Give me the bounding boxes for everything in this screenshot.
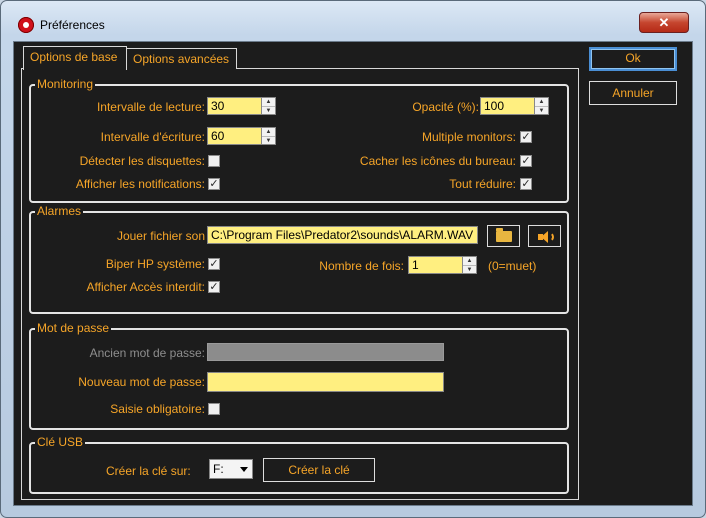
password-required-checkbox[interactable] — [208, 403, 220, 415]
write-interval-input[interactable] — [207, 127, 261, 145]
password-group: Mot de passe Ancien mot de passe: Nouvea… — [29, 321, 569, 430]
create-key-button[interactable]: Créer la clé — [263, 458, 375, 482]
minimize-all-checkbox[interactable]: ✓ — [520, 178, 532, 190]
password-required-label: Saisie obligatoire: — [110, 402, 205, 416]
show-notifications-checkbox[interactable]: ✓ — [208, 178, 220, 190]
drive-select-value: F: — [213, 462, 224, 476]
show-notifications-label: Afficher les notifications: — [75, 177, 205, 191]
usb-key-legend: Clé USB — [35, 435, 86, 449]
repeat-count-hint: (0=muet) — [488, 259, 537, 273]
write-interval-spin-buttons[interactable]: ▲ ▼ — [261, 127, 276, 145]
multiple-monitors-label: Multiple monitors: — [421, 130, 516, 144]
alarms-group: Alarmes Jouer fichier son Biper HP systè… — [29, 204, 569, 314]
read-interval-spin-buttons[interactable]: ▲ ▼ — [261, 97, 276, 115]
sound-wave-icon — [549, 232, 554, 242]
close-button[interactable]: ✕ — [639, 12, 689, 33]
alarms-legend: Alarmes — [35, 204, 84, 218]
dialog-client: Options de base Options avancées Monitor… — [13, 41, 693, 506]
read-interval-stepper[interactable]: ▲▼ — [207, 97, 276, 115]
multiple-monitors-checkbox[interactable]: ✓ — [520, 131, 532, 143]
write-interval-stepper[interactable]: ▲▼ — [207, 127, 276, 145]
opacity-spin-buttons[interactable]: ▲ ▼ — [534, 97, 549, 115]
hide-desktop-icons-checkbox[interactable]: ✓ — [520, 155, 532, 167]
spin-down-icon[interactable]: ▼ — [535, 106, 548, 115]
window-title: Préférences — [40, 18, 105, 32]
repeat-count-spin-buttons[interactable]: ▲ ▼ — [462, 256, 477, 274]
system-beep-label: Biper HP système: — [105, 257, 205, 271]
browse-sound-button[interactable] — [487, 225, 520, 247]
detect-floppies-label: Détecter les disquettes: — [79, 154, 205, 168]
spin-up-icon[interactable]: ▲ — [262, 98, 275, 106]
title-bar: Préférences ✕ — [1, 1, 705, 41]
sound-file-input[interactable] — [207, 226, 478, 244]
show-access-denied-label: Afficher Accès interdit: — [86, 280, 206, 294]
ok-button[interactable]: Ok — [589, 47, 677, 71]
new-password-label: Nouveau mot de passe: — [78, 375, 205, 389]
preferences-window: Préférences ✕ Options de base Options av… — [0, 0, 706, 518]
cancel-button[interactable]: Annuler — [589, 81, 677, 105]
create-key-on-label: Créer la clé sur: — [106, 464, 191, 478]
spin-up-icon[interactable]: ▲ — [262, 128, 275, 136]
tab-advanced-options[interactable]: Options avancées — [126, 48, 237, 69]
chevron-down-icon — [240, 467, 248, 472]
write-interval-label: Intervalle d'écriture: — [100, 130, 205, 144]
play-sound-button[interactable] — [528, 225, 561, 247]
show-access-denied-checkbox[interactable]: ✓ — [208, 281, 220, 293]
usb-key-group: Clé USB Créer la clé sur: F: Créer la cl… — [29, 435, 569, 494]
drive-select[interactable]: F: — [209, 459, 253, 479]
opacity-label: Opacité (%): — [412, 100, 479, 114]
password-legend: Mot de passe — [35, 321, 112, 335]
tab-basic-options[interactable]: Options de base — [23, 46, 127, 70]
sound-file-label: Jouer fichier son — [116, 229, 205, 243]
read-interval-label: Intervalle de lecture: — [96, 100, 205, 114]
folder-open-icon — [496, 228, 512, 242]
basic-options-panel: Monitoring Intervalle de lecture: ▲▼ Int… — [21, 68, 579, 500]
monitoring-legend: Monitoring — [35, 77, 96, 91]
spin-up-icon[interactable]: ▲ — [535, 98, 548, 106]
repeat-count-label: Nombre de fois: — [319, 259, 404, 273]
minimize-all-label: Tout réduire: — [449, 177, 516, 191]
spin-down-icon[interactable]: ▼ — [262, 106, 275, 115]
new-password-input[interactable] — [207, 372, 444, 392]
hide-desktop-icons-label: Cacher les icônes du bureau: — [359, 154, 516, 168]
spin-up-icon[interactable]: ▲ — [463, 257, 476, 265]
repeat-count-stepper[interactable]: ▲▼ — [408, 256, 477, 274]
opacity-stepper[interactable]: ▲▼ — [480, 97, 549, 115]
system-beep-checkbox[interactable]: ✓ — [208, 258, 220, 270]
read-interval-input[interactable] — [207, 97, 261, 115]
old-password-label: Ancien mot de passe: — [89, 346, 205, 360]
old-password-input — [207, 343, 444, 361]
spin-down-icon[interactable]: ▼ — [262, 136, 275, 145]
predator-icon — [18, 17, 34, 33]
opacity-input[interactable] — [480, 97, 534, 115]
detect-floppies-checkbox[interactable] — [208, 155, 220, 167]
monitoring-group: Monitoring Intervalle de lecture: ▲▼ Int… — [29, 77, 569, 203]
spin-down-icon[interactable]: ▼ — [463, 265, 476, 274]
repeat-count-input[interactable] — [408, 256, 462, 274]
